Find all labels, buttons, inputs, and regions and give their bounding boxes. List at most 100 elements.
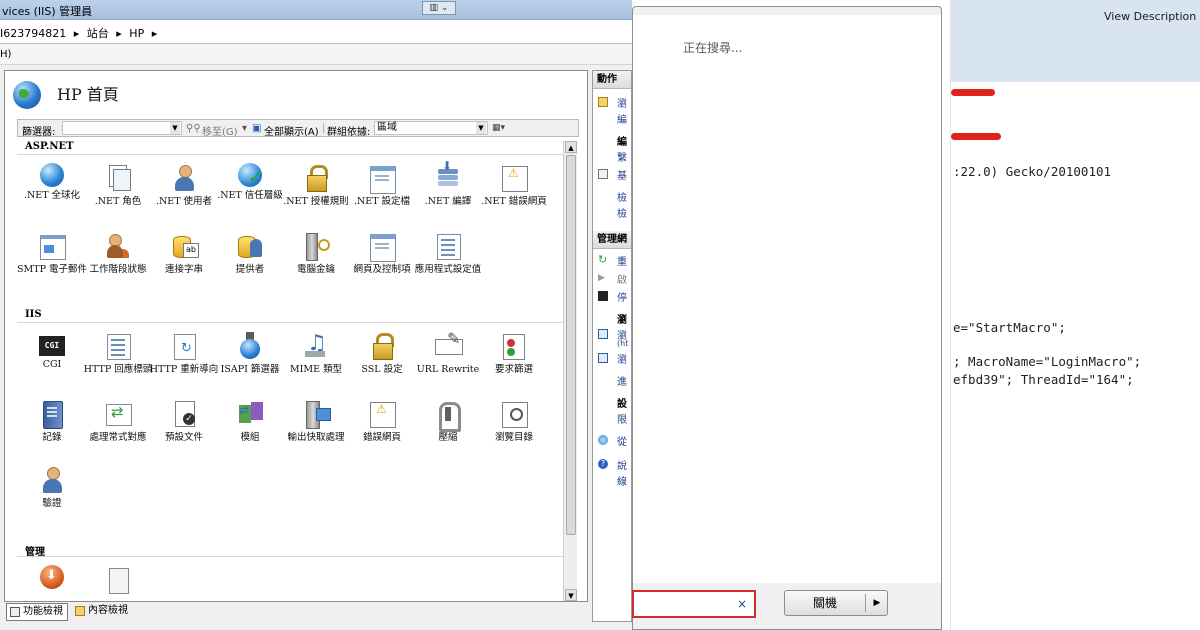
handler-mappings-icon bbox=[103, 399, 133, 429]
stop-icon bbox=[598, 291, 608, 301]
shutdown-options-arrow-icon[interactable]: ▶ bbox=[867, 591, 887, 615]
feature-output-caching[interactable]: 輸出快取處理 bbox=[281, 399, 351, 443]
action-item[interactable]: 從 bbox=[617, 433, 627, 448]
action-item[interactable]: 線 bbox=[617, 473, 627, 488]
feature-logging[interactable]: 記錄 bbox=[17, 399, 87, 443]
feature-pages-controls[interactable]: 網頁及控制項 bbox=[347, 231, 417, 275]
menu-help[interactable]: H) bbox=[0, 49, 11, 60]
ssl-icon bbox=[367, 331, 397, 361]
section-iis-title: IIS bbox=[25, 309, 42, 320]
breadcrumb-sites[interactable]: 站台 bbox=[87, 27, 109, 40]
feature-net-authorization[interactable]: .NET 授權規則 bbox=[281, 163, 351, 207]
breadcrumb-site[interactable]: HP bbox=[129, 27, 144, 40]
feature-label: 瀏覽目錄 bbox=[494, 432, 533, 443]
scroll-up-icon[interactable]: ▲ bbox=[565, 141, 577, 153]
feature-authentication[interactable]: 驗證 bbox=[17, 465, 87, 509]
feature-icons-area: ASP.NET .NET 全球化 .NET 角色 .NET 使用者 .NET 信… bbox=[17, 141, 563, 601]
action-item[interactable]: 瀏 bbox=[617, 351, 627, 366]
feature-handler-mappings[interactable]: 處理常式對應 bbox=[83, 399, 153, 443]
binoculars-icon[interactable]: ⚲⚲ bbox=[186, 123, 201, 134]
action-item[interactable]: 瀏 bbox=[617, 311, 627, 326]
feature-cgi[interactable]: CGI CGI bbox=[17, 331, 87, 370]
feature-label: SSL 設定 bbox=[361, 364, 403, 375]
feature-url-rewrite[interactable]: URL Rewrite bbox=[413, 329, 483, 375]
breadcrumb-separator-icon: ▸ bbox=[116, 27, 122, 40]
feature-machine-key[interactable]: 電腦金鑰 bbox=[281, 231, 351, 275]
action-item[interactable]: 瀏 bbox=[617, 95, 627, 110]
scroll-down-icon[interactable]: ▼ bbox=[565, 589, 577, 601]
filter-toolbar: 篩選器: ▼ ⚲⚲ 移至(G) ▾ ▣ 全部顯示(A) | 群組依據: 區域 ▼… bbox=[17, 119, 579, 138]
go-dropdown-icon[interactable]: ▾ bbox=[242, 123, 247, 134]
feature-modules[interactable]: 模組 bbox=[215, 399, 285, 443]
default-document-icon bbox=[169, 399, 199, 429]
tab-label: 功能檢視 bbox=[23, 606, 63, 617]
action-item[interactable]: 檢 bbox=[617, 205, 627, 220]
feature-isapi-filters[interactable]: ISAPI 篩選器 bbox=[215, 331, 285, 375]
action-item[interactable]: 編 bbox=[617, 111, 627, 126]
feature-net-trust-levels[interactable]: .NET 信任層級 bbox=[215, 163, 285, 201]
window-controls-icon[interactable]: ▥ ⌄ bbox=[422, 1, 456, 15]
tab-features-view[interactable]: 功能檢視 bbox=[6, 603, 68, 621]
error-page-icon bbox=[499, 163, 529, 193]
filter-label: 篩選器: bbox=[22, 127, 56, 138]
view-description-link[interactable]: View Description bbox=[1104, 10, 1196, 23]
feature-net-error-pages[interactable]: .NET 錯誤網頁 bbox=[479, 163, 549, 207]
action-item[interactable]: 停 bbox=[617, 289, 627, 304]
feature-net-compilation[interactable]: .NET 編譯 bbox=[413, 159, 483, 207]
feature-net-roles[interactable]: .NET 角色 bbox=[83, 163, 153, 207]
feature-management-2[interactable] bbox=[83, 565, 153, 595]
feature-error-pages[interactable]: 錯誤網頁 bbox=[347, 399, 417, 443]
search-input[interactable]: × bbox=[632, 590, 756, 618]
action-item[interactable]: 說 bbox=[617, 457, 627, 472]
feature-http-redirect[interactable]: HTTP 重新導向 bbox=[149, 331, 219, 375]
feature-compression[interactable]: 壓縮 bbox=[413, 399, 483, 443]
action-item[interactable]: 檢 bbox=[617, 189, 627, 204]
feature-net-globalization[interactable]: .NET 全球化 bbox=[17, 163, 87, 201]
feature-net-users[interactable]: .NET 使用者 bbox=[149, 163, 219, 207]
action-item[interactable]: 啟 bbox=[617, 271, 627, 286]
feature-default-document[interactable]: 預設文件 bbox=[149, 399, 219, 443]
view-mode-icon[interactable]: ▦▾ bbox=[492, 122, 512, 134]
show-all-button[interactable]: 全部顯示(A) bbox=[264, 123, 319, 138]
vertical-scrollbar[interactable]: ▲ ▼ bbox=[563, 141, 577, 601]
feature-management-1[interactable] bbox=[17, 565, 87, 589]
action-item[interactable]: 進 bbox=[617, 373, 627, 388]
action-item[interactable]: 編 bbox=[617, 133, 627, 148]
action-item[interactable]: 重 bbox=[617, 253, 627, 268]
feature-label: .NET 使用者 bbox=[155, 196, 213, 207]
app-settings-icon bbox=[433, 231, 463, 261]
feature-providers[interactable]: 提供者 bbox=[215, 231, 285, 275]
action-item[interactable]: 設 bbox=[617, 395, 627, 410]
breadcrumb-server[interactable]: I623794821 bbox=[0, 27, 66, 40]
feature-http-response-headers[interactable]: HTTP 回應標頭 bbox=[83, 331, 153, 375]
action-item[interactable]: 限 bbox=[617, 411, 627, 426]
feature-connection-strings[interactable]: 連接字串 bbox=[149, 231, 219, 275]
feature-request-filtering[interactable]: 要求篩選 bbox=[479, 331, 549, 375]
redaction-mark bbox=[951, 89, 995, 96]
go-button[interactable]: 移至(G) bbox=[202, 123, 238, 138]
feature-net-profile[interactable]: .NET 設定檔 bbox=[347, 163, 417, 207]
feature-smtp-email[interactable]: SMTP 電子郵件 bbox=[17, 231, 87, 275]
compilation-icon bbox=[433, 159, 463, 193]
filter-input[interactable] bbox=[62, 121, 182, 135]
iis-manager-window: vices (IIS) 管理員 ▥ ⌄ I623794821 ▸ 站台 ▸ HP… bbox=[0, 0, 632, 630]
clear-icon[interactable]: × bbox=[734, 596, 750, 612]
feature-ssl-settings[interactable]: SSL 設定 bbox=[347, 331, 417, 375]
feature-label: 要求篩選 bbox=[494, 364, 533, 375]
feature-session-state[interactable]: 工作階段狀態 bbox=[83, 231, 153, 275]
feature-mime-types[interactable]: MIME 類型 bbox=[281, 331, 351, 375]
group-by-select[interactable]: 區域 bbox=[374, 121, 488, 135]
feature-label: 輸出快取處理 bbox=[287, 432, 345, 443]
scroll-thumb[interactable] bbox=[566, 155, 576, 535]
action-item[interactable]: (ht bbox=[617, 339, 628, 348]
tab-content-view[interactable]: 內容檢視 bbox=[72, 603, 132, 621]
group-dropdown-icon[interactable]: ▼ bbox=[476, 122, 486, 134]
feature-label: 工作階段狀態 bbox=[89, 264, 147, 275]
action-item[interactable]: 繫 bbox=[617, 149, 627, 164]
feature-label: 模組 bbox=[240, 432, 260, 443]
shutdown-button[interactable]: 關機 ▶ bbox=[784, 590, 888, 616]
feature-app-settings[interactable]: 應用程式設定值 bbox=[413, 231, 483, 275]
feature-directory-browsing[interactable]: 瀏覽目錄 bbox=[479, 399, 549, 443]
action-item[interactable]: 基 bbox=[617, 167, 627, 182]
filter-dropdown-icon[interactable]: ▼ bbox=[170, 122, 180, 134]
